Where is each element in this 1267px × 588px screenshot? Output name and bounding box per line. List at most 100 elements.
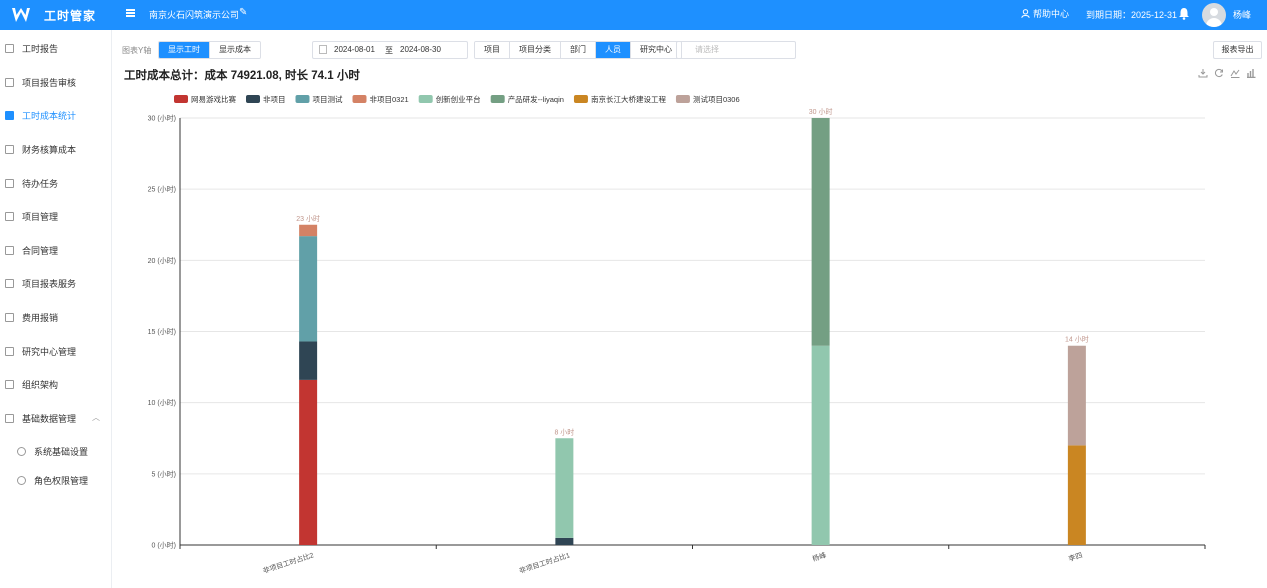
sidebar-item-label: 合同管理 <box>22 245 59 256</box>
sidebar-item-label: 角色权限管理 <box>34 475 89 486</box>
contract-icon <box>5 245 14 255</box>
sidebar-item-finance-cost[interactable]: 财务核算成本 <box>0 138 112 160</box>
total-label: 30 小时 <box>809 107 833 116</box>
sidebar-item-org[interactable]: 组织架构 <box>0 373 112 395</box>
y-tick-label: 25 (小时) <box>148 185 176 194</box>
sidebar-item-todo[interactable]: 待办任务 <box>0 172 112 194</box>
y-tick-label: 0 (小时) <box>152 541 177 550</box>
legend-label[interactable]: 测试项目0306 <box>693 94 740 104</box>
logo[interactable]: 工时管家 <box>0 0 112 30</box>
x-tick-label: 杨峰 <box>811 550 827 563</box>
sidebar-item-expenses[interactable]: 费用报销 <box>0 306 112 328</box>
sidebar-item-cost-stats[interactable]: 工时成本统计 <box>0 104 112 126</box>
legend-swatch[interactable] <box>573 95 588 103</box>
filter-select[interactable]: 请选择 <box>676 41 796 59</box>
date-to[interactable]: 2024-08-30 <box>400 45 441 54</box>
sidebar: 工时报告 项目报告审核 工时成本统计 财务核算成本 待办任务 项目管理 合同管理… <box>0 30 112 588</box>
legend-swatch[interactable] <box>295 95 310 103</box>
sidebar-item-label: 项目报告审核 <box>22 77 77 88</box>
report-icon <box>5 278 14 288</box>
group-project-category-button[interactable]: 项目分类 <box>510 42 561 58</box>
username[interactable]: 杨峰 <box>1233 8 1251 21</box>
menu-icon[interactable] <box>126 9 135 17</box>
shield-icon <box>17 446 26 456</box>
sidebar-item-work-report[interactable]: 工时报告 <box>0 37 112 59</box>
legend-swatch[interactable] <box>675 95 690 103</box>
bar-segment[interactable] <box>299 341 318 380</box>
sidebar-item-label: 费用报销 <box>22 312 59 323</box>
show-cost-button[interactable]: 显示成本 <box>210 42 260 58</box>
group-department-button[interactable]: 部门 <box>561 42 596 58</box>
bar-segment[interactable] <box>1067 445 1086 545</box>
sidebar-item-base-data[interactable]: 基础数据管理 ︿ <box>0 407 112 429</box>
legend-swatch[interactable] <box>490 95 505 103</box>
bar-segment[interactable] <box>555 438 574 538</box>
review-icon <box>5 77 14 87</box>
sidebar-item-project-review[interactable]: 项目报告审核 <box>0 71 112 93</box>
sidebar-item-contracts[interactable]: 合同管理 <box>0 239 112 261</box>
user-icon <box>17 475 26 485</box>
bar-chart-icon[interactable] <box>1246 68 1256 78</box>
user-icon <box>1021 9 1030 18</box>
legend-swatch[interactable] <box>246 95 260 103</box>
legend-swatch[interactable] <box>174 95 188 103</box>
sidebar-subitem-system-settings[interactable]: 系统基础设置 <box>0 440 112 462</box>
bar-segment[interactable] <box>811 345 830 545</box>
company-name[interactable]: 南京火石闪筑演示公司 <box>149 8 239 21</box>
date-range-picker[interactable]: 2024-08-01 至 2024-08-30 <box>312 41 468 59</box>
chart-icon <box>5 110 14 120</box>
bar-segment[interactable] <box>1067 345 1086 446</box>
group-research-center-button[interactable]: 研究中心 <box>631 42 681 58</box>
line-chart-icon[interactable] <box>1230 68 1240 78</box>
group-person-button[interactable]: 人员 <box>596 42 631 58</box>
refresh-icon[interactable] <box>1214 68 1224 78</box>
bar-segment[interactable] <box>299 224 318 237</box>
finance-icon <box>5 144 14 154</box>
bar-segment[interactable] <box>555 537 574 545</box>
y-tick-label: 10 (小时) <box>148 398 176 407</box>
sidebar-item-label: 项目报表服务 <box>22 278 77 289</box>
bar-segment[interactable] <box>811 118 830 346</box>
show-hours-button[interactable]: 显示工时 <box>159 42 210 58</box>
help-center-label: 帮助中心 <box>1033 9 1070 19</box>
avatar[interactable] <box>1202 3 1226 27</box>
expense-icon <box>5 312 14 322</box>
sidebar-item-research-center[interactable]: 研究中心管理 <box>0 340 112 362</box>
legend-label[interactable]: 非项目 <box>263 94 286 104</box>
sidebar-item-label: 研究中心管理 <box>22 346 77 357</box>
bar-segment[interactable] <box>299 379 318 545</box>
expire-date: 到期日期：2025-12-31 <box>1086 10 1178 20</box>
help-center-link[interactable]: 帮助中心 <box>1021 7 1069 20</box>
legend-label[interactable]: 项目测试 <box>313 94 343 104</box>
y-tick-label: 20 (小时) <box>148 256 176 265</box>
legend-label[interactable]: 网易游戏比赛 <box>191 94 236 104</box>
legend-swatch[interactable] <box>352 95 367 103</box>
export-report-button[interactable]: 报表导出 <box>1213 41 1262 59</box>
sidebar-item-label: 项目管理 <box>22 211 59 222</box>
date-from[interactable]: 2024-08-01 <box>334 45 375 54</box>
bell-icon[interactable] <box>1178 7 1190 20</box>
sidebar-item-label: 工时成本统计 <box>22 110 77 121</box>
sidebar-item-project-reports[interactable]: 项目报表服务 <box>0 272 112 294</box>
y-axis-toggle: 显示工时 显示成本 <box>158 41 261 59</box>
edit-icon[interactable]: ✎ <box>239 7 247 18</box>
task-icon <box>5 178 14 188</box>
chart-toolbox <box>1198 68 1256 78</box>
bar-segment[interactable] <box>299 236 318 342</box>
logo-w-icon <box>12 8 30 22</box>
project-icon <box>5 211 14 221</box>
legend-label[interactable]: 南京长江大桥建设工程 <box>591 94 666 104</box>
summary-total: 工时成本总计：成本 74921.08, 时长 74.1 小时 <box>124 70 360 82</box>
group-project-button[interactable]: 项目 <box>475 42 510 58</box>
download-icon[interactable] <box>1198 68 1208 78</box>
stacked-bar-chart: 网易游戏比赛 非项目 项目测试 非项目0321 创新创业平台 产品研发--liyaqin 南… <box>148 94 1206 575</box>
legend-swatch[interactable] <box>418 95 433 103</box>
chevron-up-icon: ︿ <box>92 413 100 422</box>
sidebar-subitem-role-permissions[interactable]: 角色权限管理 <box>0 469 112 491</box>
legend-label[interactable]: 产品研发--liyaqin <box>508 94 564 104</box>
sidebar-item-projects[interactable]: 项目管理 <box>0 205 112 227</box>
sidebar-item-label: 工时报告 <box>22 43 59 54</box>
legend-label[interactable]: 创新创业平台 <box>436 94 481 104</box>
legend-label[interactable]: 非项目0321 <box>370 94 409 104</box>
data-icon <box>5 413 14 423</box>
